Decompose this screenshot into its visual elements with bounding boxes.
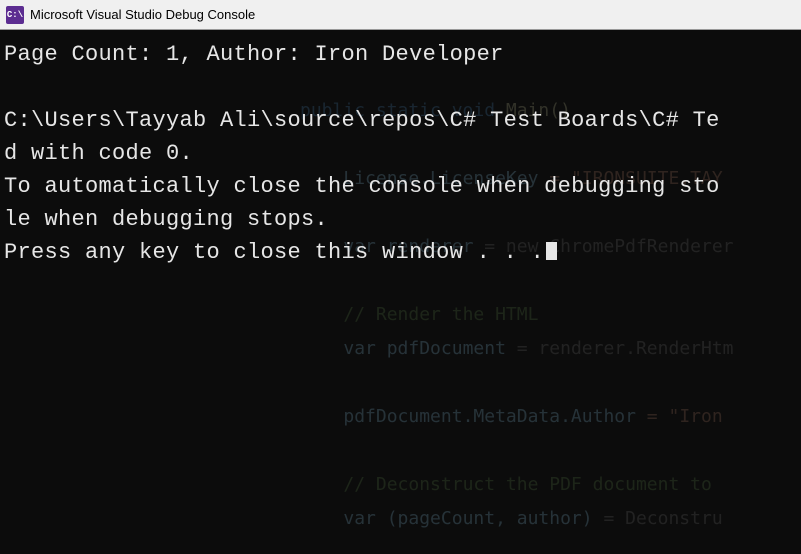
console-line: To automatically close the console when … [4, 174, 720, 199]
app-icon: C:\ [6, 6, 24, 24]
window-title: Microsoft Visual Studio Debug Console [30, 7, 255, 22]
console-line: Press any key to close this window . . . [4, 240, 544, 265]
console-line: le when debugging stops. [4, 207, 328, 232]
console-output: Page Count: 1, Author: Iron Developer C:… [4, 38, 801, 269]
console-viewport[interactable]: public static void Main() License.Licens… [0, 30, 801, 554]
console-line: Page Count: 1, Author: Iron Developer [4, 42, 504, 67]
console-line: d with code 0. [4, 141, 193, 166]
console-line: C:\Users\Tayyab Ali\source\repos\C# Test… [4, 108, 720, 133]
text-cursor [546, 242, 557, 260]
window-titlebar[interactable]: C:\ Microsoft Visual Studio Debug Consol… [0, 0, 801, 30]
